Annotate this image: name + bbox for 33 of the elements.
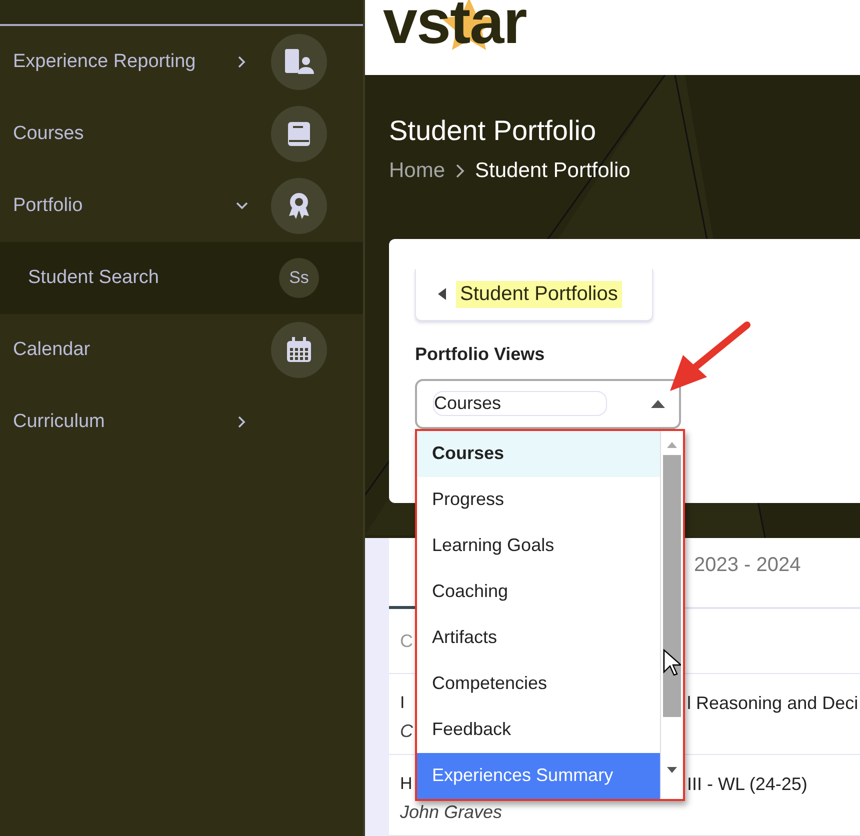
breadcrumb-link[interactable]: Student Portfolio bbox=[475, 158, 630, 183]
report-icon bbox=[284, 48, 314, 76]
table-cell-text: l Reasoning and Deci bbox=[687, 692, 860, 714]
page-title: Student Portfolio bbox=[389, 114, 598, 147]
table-cell: H bbox=[400, 774, 412, 794]
book-icon bbox=[287, 121, 311, 147]
chevron-icon bbox=[455, 162, 466, 179]
nav-item[interactable]: Portfolio bbox=[13, 195, 235, 217]
back-button[interactable]: Student Portfolios bbox=[415, 268, 653, 321]
award-icon bbox=[287, 192, 311, 220]
field-label: Portfolio Views bbox=[415, 344, 546, 365]
instructor-name: John Graves bbox=[400, 802, 502, 822]
nav-item[interactable]: Courses bbox=[13, 123, 271, 145]
table-cell: I bbox=[400, 692, 405, 712]
nav-subitem[interactable]: Student Search Ss bbox=[0, 242, 363, 314]
table-cell-text: III - WL (24-25) bbox=[687, 774, 808, 794]
nav-subitem-label: Student Search bbox=[28, 267, 160, 289]
back-label: Student Portfolios bbox=[456, 280, 622, 308]
calendar-icon bbox=[286, 337, 312, 363]
year-tab[interactable]: 2023 - 2024 bbox=[694, 554, 801, 577]
nav-item[interactable]: Calendar bbox=[13, 339, 271, 361]
instructor-name: C bbox=[400, 720, 413, 742]
caret-icon bbox=[438, 288, 446, 300]
dropdown-option[interactable]: Courses bbox=[417, 430, 660, 477]
nav-item[interactable]: Curriculum bbox=[13, 411, 235, 433]
breadcrumb-link[interactable]: Home bbox=[389, 158, 446, 183]
nav-item[interactable]: Experience Reporting bbox=[13, 51, 235, 73]
caret-icon bbox=[651, 400, 665, 408]
dropdown-option[interactable]: Progress bbox=[417, 476, 660, 523]
column-header: C bbox=[400, 630, 413, 652]
select-field[interactable]: Courses bbox=[415, 378, 681, 429]
initials-badge: Ss bbox=[279, 258, 319, 298]
dropdown-option[interactable]: Experiences Summary bbox=[417, 752, 660, 799]
